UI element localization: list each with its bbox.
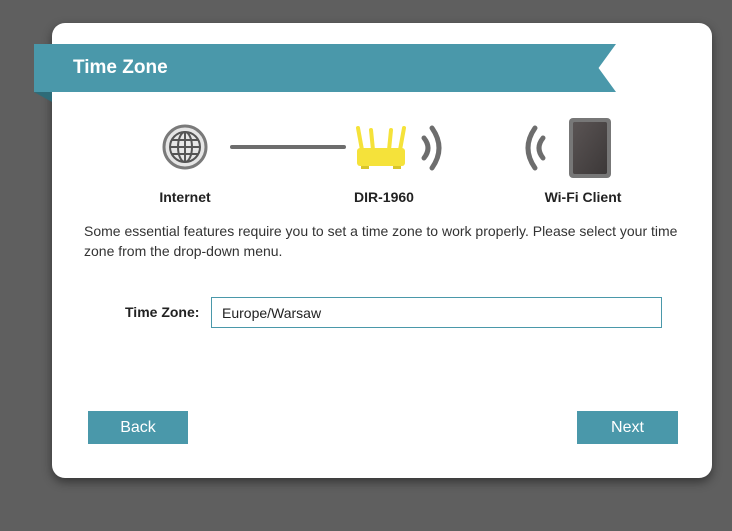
tablet-icon: [569, 118, 611, 178]
banner-fold: [34, 92, 52, 102]
client-label: Wi-Fi Client: [544, 189, 622, 205]
time-zone-label: Time Zone:: [125, 304, 200, 320]
connection-line: [230, 145, 346, 149]
wifi-signal-client-icon: [525, 125, 546, 171]
page-title: Time Zone: [73, 57, 168, 78]
router-label: DIR-1960: [354, 189, 414, 205]
router-icon: [356, 126, 406, 169]
internet-label: Internet: [159, 189, 211, 205]
description-text: Some essential features require you to s…: [84, 223, 678, 259]
globe-icon: [162, 124, 208, 170]
wifi-signal-icon: [421, 125, 442, 171]
back-button[interactable]: Back: [88, 411, 188, 444]
next-button[interactable]: Next: [577, 411, 678, 444]
time-zone-select[interactable]: [211, 297, 662, 328]
